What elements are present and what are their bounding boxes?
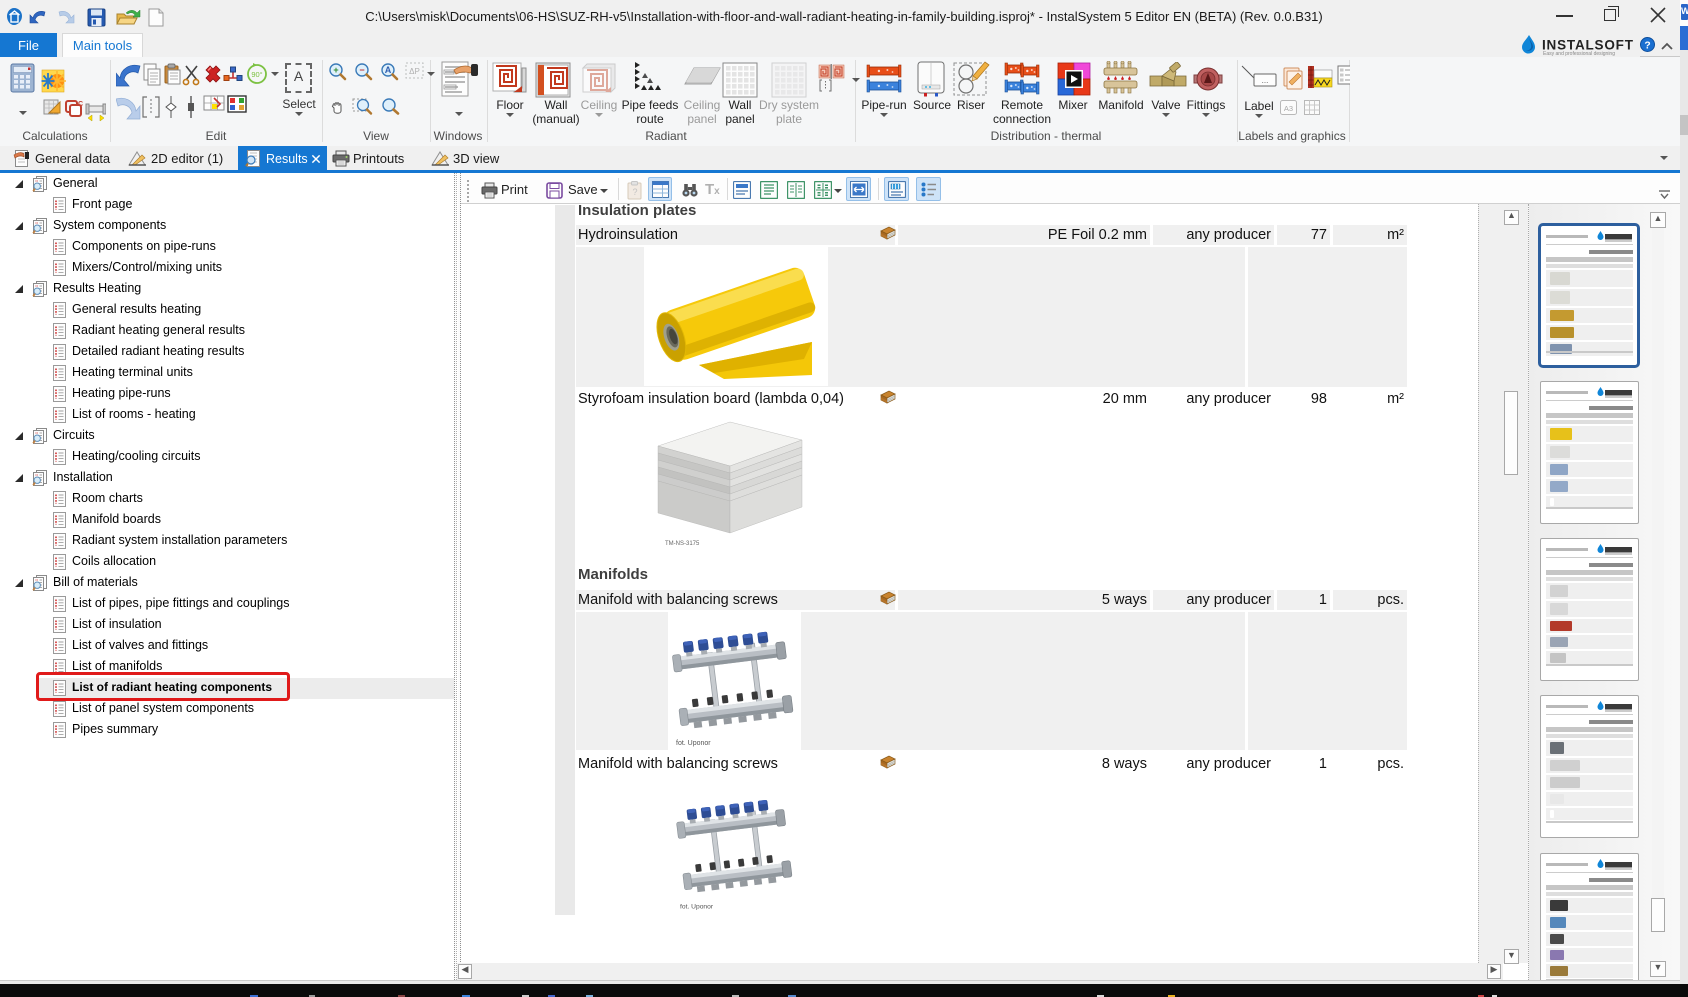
svg-text:fot. Uponor: fot. Uponor	[680, 903, 714, 910]
svg-text:A3: A3	[1284, 104, 1293, 113]
svg-text:90°: 90°	[251, 70, 262, 79]
svg-text:ΔP: ΔP	[409, 67, 420, 76]
svg-text:fot. Uponor: fot. Uponor	[676, 740, 711, 747]
svg-text:TM-NS-3175: TM-NS-3175	[665, 541, 700, 547]
svg-text:+: +	[333, 65, 338, 75]
svg-text:?: ?	[632, 187, 637, 197]
svg-text:A: A	[385, 65, 392, 75]
svg-text:C: C	[78, 101, 83, 108]
svg-text:−: −	[359, 65, 364, 75]
svg-text:...: ...	[1262, 76, 1269, 85]
svg-text:?: ?	[1644, 40, 1650, 51]
